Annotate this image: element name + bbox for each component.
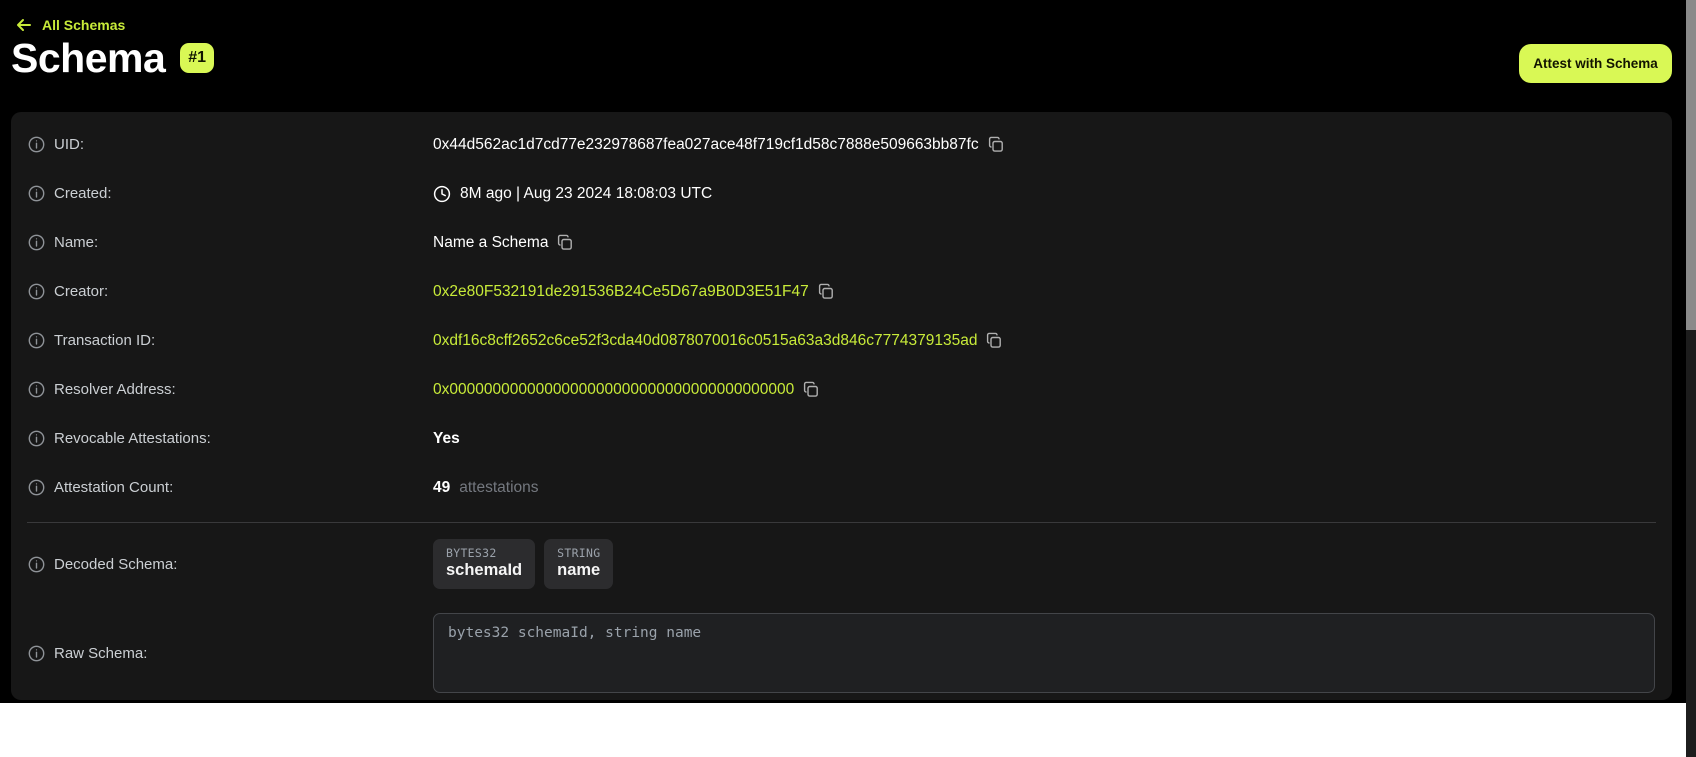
- schema-field-chip: BYTES32 schemaId: [433, 539, 535, 589]
- copy-icon[interactable]: [803, 381, 819, 398]
- raw-schema-textarea[interactable]: bytes32 schemaId, string name: [433, 613, 1655, 693]
- field-row-name: Name: Name a Schema: [11, 218, 1672, 267]
- field-row-decoded-schema: Decoded Schema: BYTES32 schemaId STRING …: [11, 523, 1672, 599]
- field-value-attestation-count: 49 attestations: [433, 479, 539, 497]
- field-label: Decoded Schema:: [11, 556, 433, 573]
- field-row-attestation-count: Attestation Count: 49 attestations: [11, 463, 1672, 512]
- schema-field-chip: STRING name: [544, 539, 613, 589]
- attest-with-schema-button[interactable]: Attest with Schema: [1519, 44, 1672, 83]
- scrollbar[interactable]: [1686, 0, 1696, 757]
- info-icon: [28, 430, 45, 447]
- field-label: Name:: [11, 234, 433, 251]
- field-label: Attestation Count:: [11, 479, 433, 496]
- field-label: UID:: [11, 136, 433, 153]
- copy-icon[interactable]: [818, 283, 834, 300]
- field-label: Transaction ID:: [11, 332, 433, 349]
- field-row-transaction-id: Transaction ID: 0xdf16c8cff2652c6ce52f3c…: [11, 316, 1672, 365]
- info-icon: [28, 136, 45, 153]
- schema-number-badge: #1: [180, 43, 214, 73]
- resolver-address-link[interactable]: 0x00000000000000000000000000000000000000…: [433, 381, 794, 399]
- info-icon: [28, 283, 45, 300]
- back-arrow-icon: [16, 18, 32, 32]
- info-icon: [28, 185, 45, 202]
- info-icon: [28, 556, 45, 573]
- info-icon: [28, 479, 45, 496]
- back-link-label: All Schemas: [42, 17, 125, 33]
- field-value-revocable: Yes: [433, 430, 460, 448]
- info-icon: [28, 381, 45, 398]
- field-value-creator: 0x2e80F532191de291536B24Ce5D67a9B0D3E51F…: [433, 283, 834, 301]
- schema-field-name: name: [557, 561, 600, 580]
- copy-icon[interactable]: [988, 136, 1004, 153]
- field-row-created: Created: 8M ago | Aug 23 2024 18:08:03 U…: [11, 169, 1672, 218]
- field-row-creator: Creator: 0x2e80F532191de291536B24Ce5D67a…: [11, 267, 1672, 316]
- field-row-resolver-address: Resolver Address: 0x00000000000000000000…: [11, 365, 1672, 414]
- field-value-resolver-address: 0x00000000000000000000000000000000000000…: [433, 381, 819, 399]
- field-label: Raw Schema:: [11, 645, 433, 662]
- field-value-created: 8M ago | Aug 23 2024 18:08:03 UTC: [433, 185, 712, 203]
- attestation-count-number: 49: [433, 479, 450, 497]
- info-icon: [28, 234, 45, 251]
- page-header: Schema #1: [11, 37, 214, 80]
- field-row-raw-schema: Raw Schema: bytes32 schemaId, string nam…: [11, 613, 1672, 693]
- copy-icon[interactable]: [986, 332, 1002, 349]
- back-to-all-schemas-link[interactable]: All Schemas: [16, 17, 125, 33]
- field-label: Resolver Address:: [11, 381, 433, 398]
- clock-icon: [433, 185, 451, 203]
- field-label: Creator:: [11, 283, 433, 300]
- field-row-uid: UID: 0x44d562ac1d7cd77e232978687fea027ac…: [11, 120, 1672, 169]
- page-bottom-strip: [0, 703, 1686, 757]
- scrollbar-thumb[interactable]: [1686, 0, 1696, 330]
- field-label: Created:: [11, 185, 433, 202]
- field-label: Revocable Attestations:: [11, 430, 433, 447]
- info-icon: [28, 332, 45, 349]
- copy-icon[interactable]: [557, 234, 573, 251]
- field-value-name: Name a Schema: [433, 234, 573, 252]
- page-title: Schema: [11, 37, 165, 80]
- transaction-id-link[interactable]: 0xdf16c8cff2652c6ce52f3cda40d0878070016c…: [433, 332, 977, 350]
- schema-field-name: schemaId: [446, 561, 522, 580]
- schema-detail-panel: UID: 0x44d562ac1d7cd77e232978687fea027ac…: [11, 112, 1672, 700]
- field-row-revocable-attestations: Revocable Attestations: Yes: [11, 414, 1672, 463]
- attestation-count-suffix: attestations: [459, 479, 538, 497]
- field-value-transaction-id: 0xdf16c8cff2652c6ce52f3cda40d0878070016c…: [433, 332, 1002, 350]
- decoded-schema-chips: BYTES32 schemaId STRING name: [433, 539, 613, 589]
- info-icon: [28, 645, 45, 662]
- creator-address-link[interactable]: 0x2e80F532191de291536B24Ce5D67a9B0D3E51F…: [433, 283, 809, 301]
- schema-field-type: STRING: [557, 546, 600, 560]
- field-value-uid: 0x44d562ac1d7cd77e232978687fea027ace48f7…: [433, 136, 1004, 154]
- schema-field-type: BYTES32: [446, 546, 522, 560]
